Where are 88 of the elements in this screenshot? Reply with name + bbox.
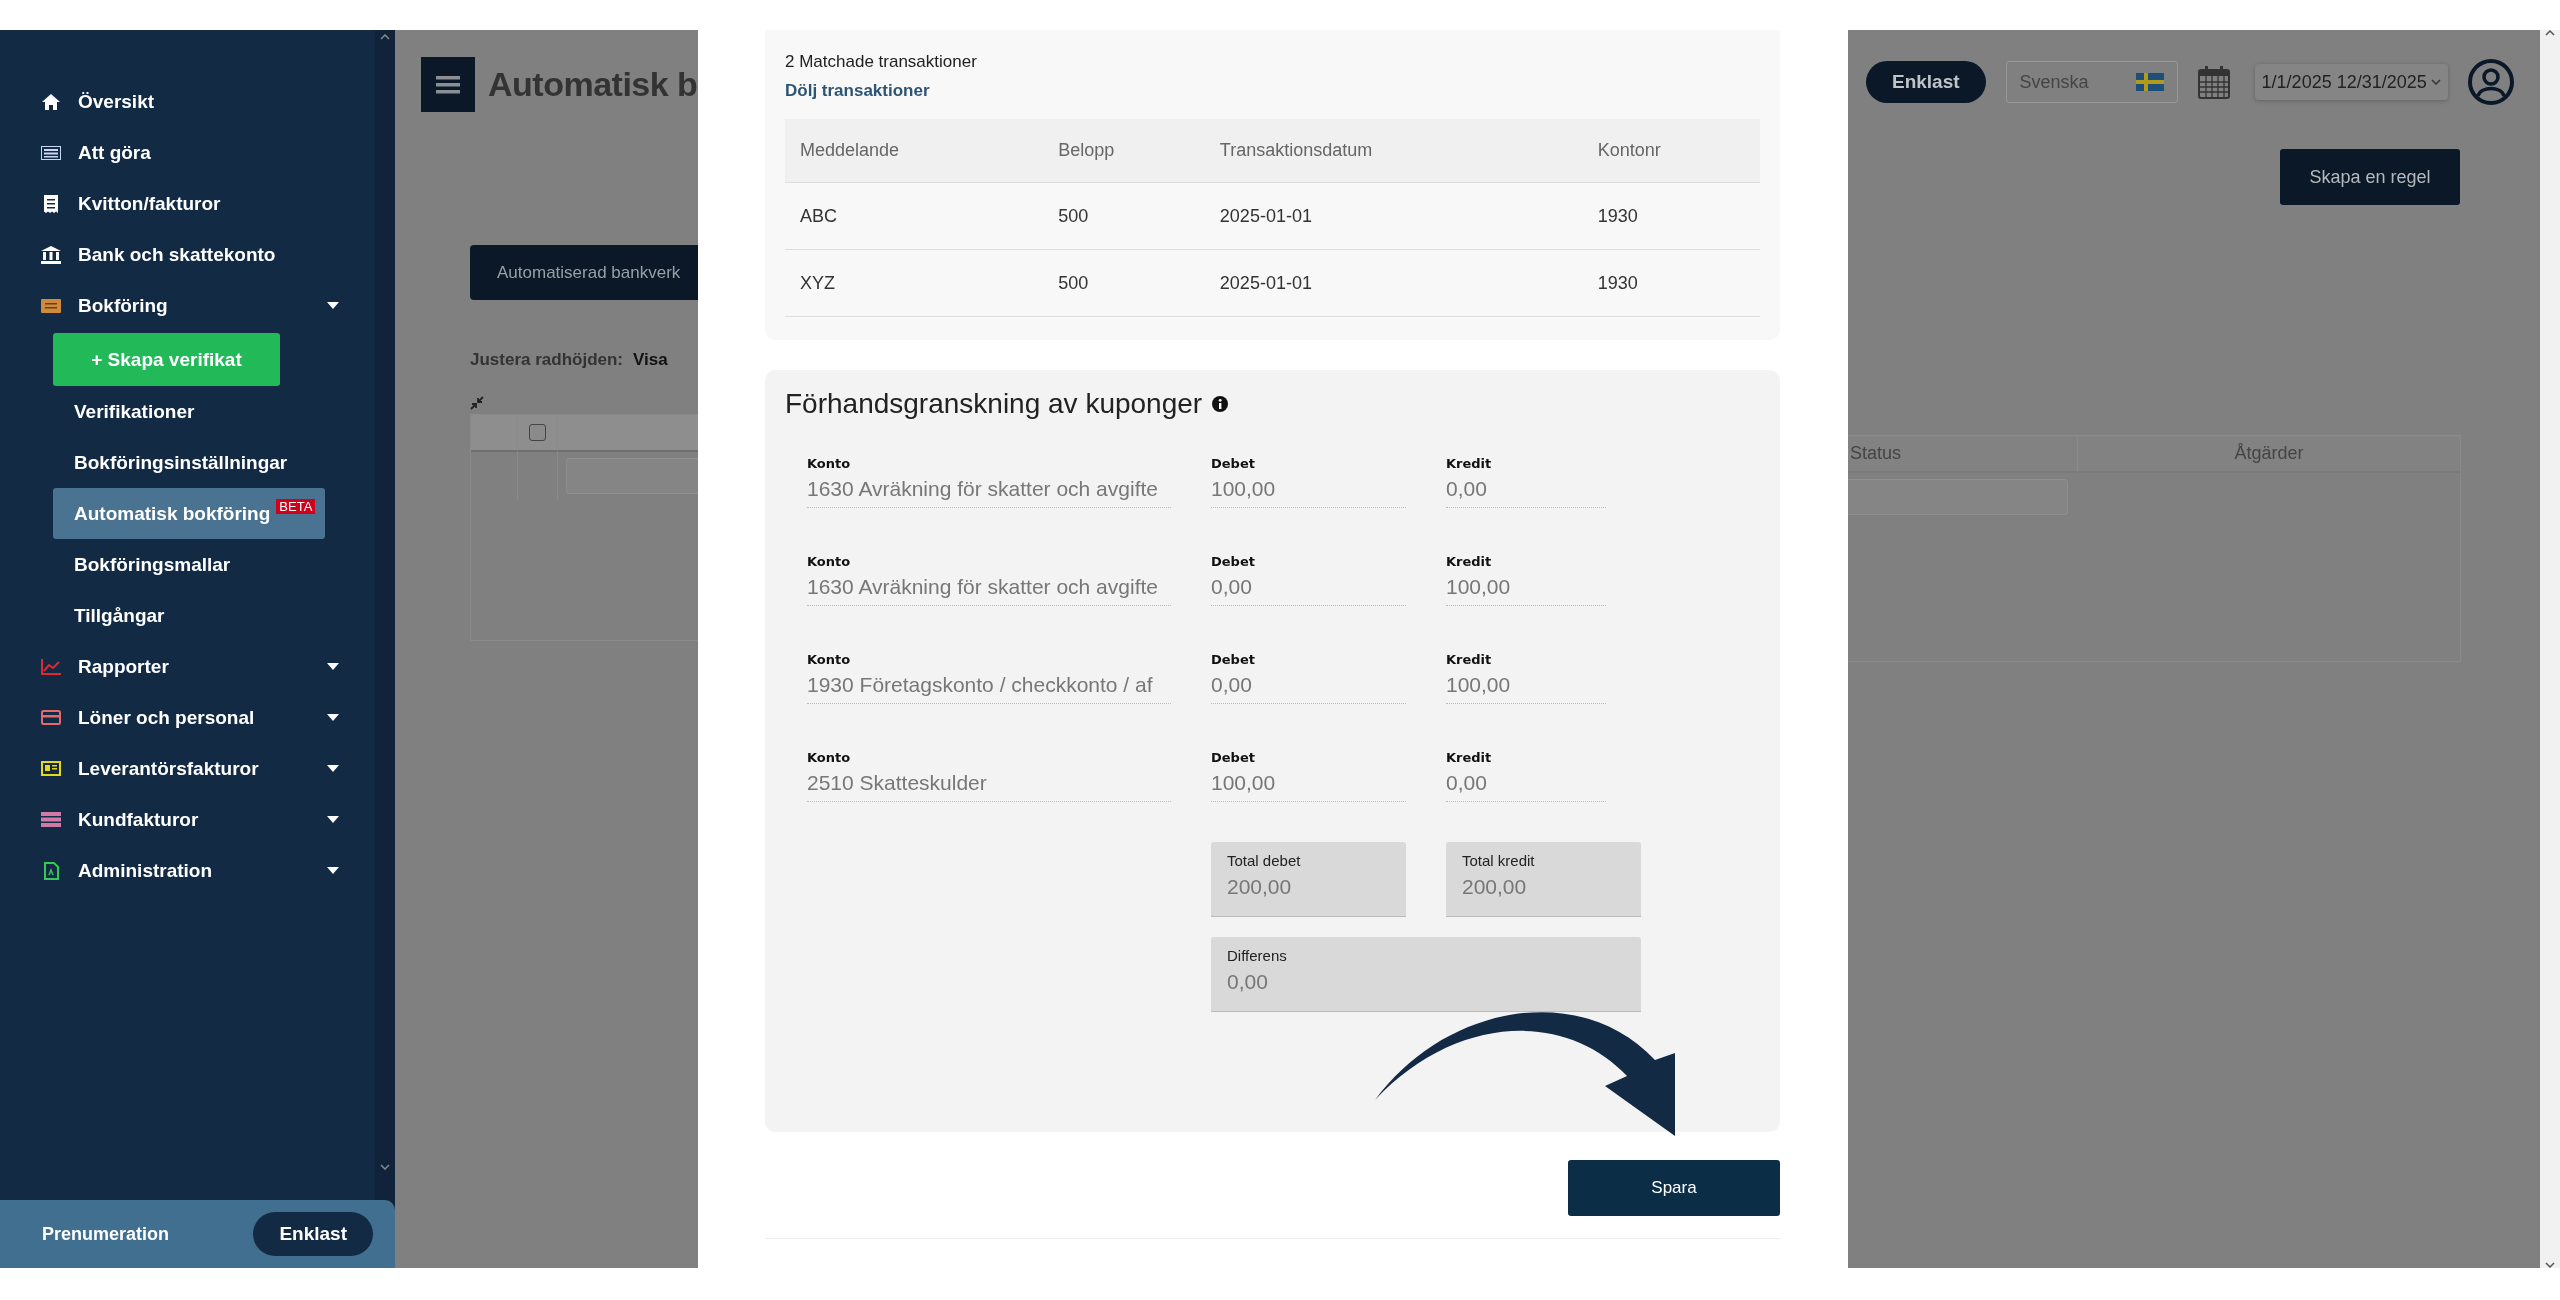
column-header: Status: [1848, 436, 2078, 473]
beta-badge: BETA: [276, 499, 316, 514]
sidebar-item[interactable]: Leverantörsfakturor: [0, 743, 375, 794]
line-chart-icon: [41, 658, 61, 675]
compress-icon: [470, 396, 484, 410]
debit-field[interactable]: Debet 100,00: [1211, 750, 1406, 802]
column-header: Meddelande: [785, 119, 1044, 183]
sidebar-item[interactable]: Kvitton/fakturor: [0, 178, 375, 229]
sidebar-item[interactable]: Bank och skattekonto: [0, 229, 375, 280]
column-header: Belopp: [1043, 119, 1205, 183]
caret-down-icon: [327, 867, 339, 874]
sidebar-subitem[interactable]: Tillgångar: [53, 590, 325, 641]
page-title: Automatisk b: [488, 65, 698, 104]
caret-down-icon: [327, 663, 339, 670]
list-icon: [41, 145, 61, 160]
home-icon: [42, 93, 60, 110]
scroll-up-icon: [380, 34, 390, 40]
sidebar-item[interactable]: Översikt: [0, 76, 375, 127]
table-cell: XYZ: [785, 249, 1044, 317]
hide-transactions-link[interactable]: Dölj transaktioner: [785, 81, 930, 101]
total-debit-field: Total debet 200,00: [1211, 842, 1406, 917]
debit-field[interactable]: Debet 0,00: [1211, 554, 1406, 606]
account-field[interactable]: Konto 1630 Avräkning för skatter och avgifte: [807, 554, 1171, 606]
subscription-label: Prenumeration: [42, 1223, 170, 1245]
user-avatar-icon: [2467, 59, 2514, 105]
filter-field[interactable]: [566, 458, 698, 494]
column-header: Kontonr: [1582, 119, 1760, 183]
row-height-label: Justera radhöjden:: [470, 350, 624, 370]
difference-field: Differens 0,00: [1211, 937, 1641, 1012]
scroll-up-icon: [2545, 30, 2555, 36]
plan-button[interactable]: Enklast: [1866, 61, 1986, 103]
column-header: Transaktionsdatum: [1204, 119, 1583, 183]
bank-reconciliation-tab[interactable]: Automatiserad bankverk: [470, 245, 698, 300]
debit-field[interactable]: Debet 100,00: [1211, 456, 1406, 508]
scroll-down-icon: [2545, 1262, 2555, 1268]
total-credit-field: Total kredit 200,00: [1446, 842, 1641, 917]
menu-icon: [436, 75, 460, 94]
calendar-icon: [2197, 65, 2230, 99]
credit-field[interactable]: Kredit 100,00: [1446, 554, 1606, 606]
sidebar-subitem[interactable]: Bokföringsinställningar: [53, 437, 325, 488]
filter-field[interactable]: [1848, 479, 2068, 515]
sidebar-item[interactable]: Bokföring: [0, 280, 375, 331]
bank-icon: [41, 245, 61, 264]
server-stack-icon: [41, 812, 61, 827]
save-button[interactable]: Spara: [1568, 1160, 1780, 1216]
caret-down-icon: [327, 302, 339, 309]
account-field[interactable]: Konto 1930 Företagskonto / checkkonto / af: [807, 652, 1171, 704]
sidebar-item[interactable]: Kundfakturor: [0, 794, 375, 845]
menu-button[interactable]: [421, 57, 475, 112]
sidebar-subitem[interactable]: Automatisk bokföring BETA: [53, 488, 325, 539]
table-cell: 1930: [1582, 249, 1760, 317]
sweden-flag-icon: [2135, 73, 2164, 91]
table-cell: 1930: [1582, 182, 1760, 250]
table-cell: 500: [1043, 182, 1205, 250]
row-height-option[interactable]: Visa: [633, 350, 668, 370]
date-range-picker[interactable]: 1/1/2025 12/31/2025: [2254, 64, 2448, 100]
table-cell: 500: [1043, 249, 1205, 317]
sidebar-item[interactable]: Löner och personal: [0, 692, 375, 743]
info-icon: [1212, 396, 1229, 412]
document-icon: [43, 861, 59, 880]
scroll-down-icon: [380, 1164, 390, 1170]
caret-down-icon: [327, 816, 339, 823]
debit-field[interactable]: Debet 0,00: [1211, 652, 1406, 704]
table-cell: 2025-01-01: [1204, 249, 1583, 317]
sidebar-item[interactable]: Att göra: [0, 127, 375, 178]
select-all-checkbox[interactable]: [529, 424, 546, 441]
chevron-down-icon: [2430, 79, 2441, 85]
table-cell: ABC: [785, 182, 1044, 250]
credit-field[interactable]: Kredit 0,00: [1446, 456, 1606, 508]
create-rule-button[interactable]: Skapa en regel: [2280, 149, 2460, 205]
sidebar-subitem[interactable]: Bokföringsmallar: [53, 539, 325, 590]
sidebar-subitem[interactable]: Verifikationer: [53, 386, 325, 437]
account-field[interactable]: Konto 1630 Avräkning för skatter och avgifte: [807, 456, 1171, 508]
credit-card-icon: [41, 710, 61, 725]
credit-field[interactable]: Kredit 100,00: [1446, 652, 1606, 704]
credit-field[interactable]: Kredit 0,00: [1446, 750, 1606, 802]
sidebar-item[interactable]: Rapporter: [0, 641, 375, 692]
plan-button[interactable]: Enklast: [253, 1212, 373, 1256]
matched-count: 2 Matchade transaktioner: [785, 52, 978, 72]
section-title: Förhandsgranskning av kuponger: [785, 388, 1203, 420]
caret-down-icon: [327, 765, 339, 772]
id-card-icon: [41, 761, 61, 776]
caret-down-icon: [327, 714, 339, 721]
table-cell: 2025-01-01: [1204, 182, 1583, 250]
sidebar-item[interactable]: Administration: [0, 845, 375, 896]
receipt-icon: [44, 194, 58, 213]
account-field[interactable]: Konto 2510 Skatteskulder: [807, 750, 1171, 802]
ledger-icon: [41, 298, 61, 313]
